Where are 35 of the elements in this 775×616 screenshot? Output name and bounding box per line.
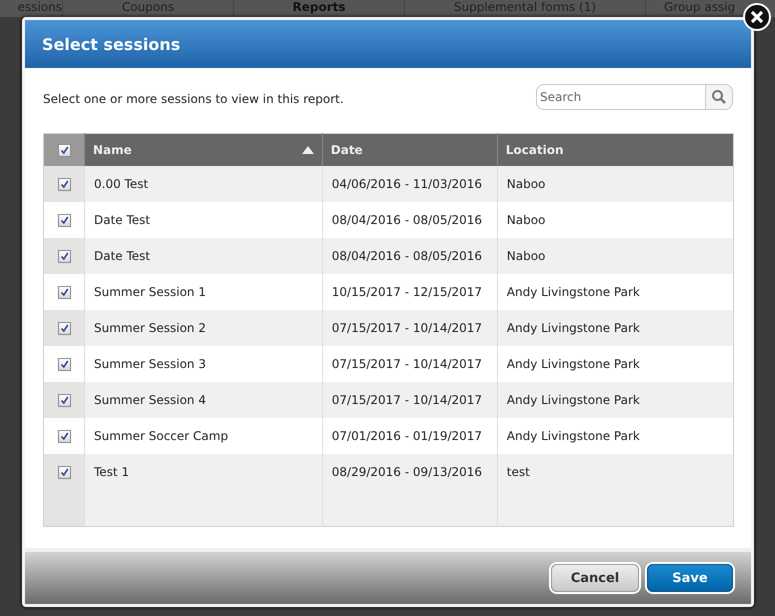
table-cell: 07/15/2017 - 10/14/2017 bbox=[322, 310, 498, 346]
table-cell: 04/06/2016 - 11/03/2016 bbox=[322, 166, 498, 202]
checkbox[interactable] bbox=[58, 214, 70, 228]
checkbox[interactable] bbox=[58, 466, 70, 480]
checkbox[interactable] bbox=[58, 358, 70, 372]
checkbox[interactable] bbox=[58, 144, 70, 158]
checkbox[interactable] bbox=[58, 322, 70, 336]
table-cell: Andy Livingstone Park bbox=[497, 382, 734, 418]
table-cell: 08/29/2016 - 09/13/2016 bbox=[322, 454, 498, 490]
column-header[interactable]: Date bbox=[322, 134, 498, 166]
cancel-button[interactable]: Cancel bbox=[551, 564, 639, 592]
table-cell: 0.00 Test bbox=[84, 166, 322, 202]
column-header[interactable]: Name bbox=[84, 134, 322, 166]
table-cell: Andy Livingstone Park bbox=[497, 310, 734, 346]
sort-arrow-icon bbox=[302, 146, 314, 154]
instructions-text: Select one or more sessions to view in this report. bbox=[43, 92, 344, 106]
checkbox[interactable] bbox=[58, 430, 70, 444]
checkbox[interactable] bbox=[58, 178, 70, 192]
checkbox[interactable] bbox=[58, 394, 70, 408]
table-cell: Summer Session 2 bbox=[84, 310, 322, 346]
table-cell: Test 1 bbox=[84, 454, 322, 490]
table-cell: Naboo bbox=[497, 166, 734, 202]
dialog-title: Select sessions bbox=[42, 34, 180, 54]
save-button[interactable]: Save bbox=[647, 564, 733, 592]
table-cell: Summer Session 4 bbox=[84, 382, 322, 418]
search-icon[interactable] bbox=[705, 84, 733, 110]
table-cell: 07/15/2017 - 10/14/2017 bbox=[322, 382, 498, 418]
table-cell: Naboo bbox=[497, 238, 734, 274]
checkbox[interactable] bbox=[58, 250, 70, 264]
column-header[interactable]: Location bbox=[497, 134, 734, 166]
table-cell: test bbox=[497, 454, 734, 490]
table-cell: 08/04/2016 - 08/05/2016 bbox=[322, 238, 498, 274]
search-field[interactable]: Search bbox=[536, 84, 705, 110]
table-cell: Date Test bbox=[84, 238, 322, 274]
checkbox[interactable] bbox=[58, 286, 70, 300]
